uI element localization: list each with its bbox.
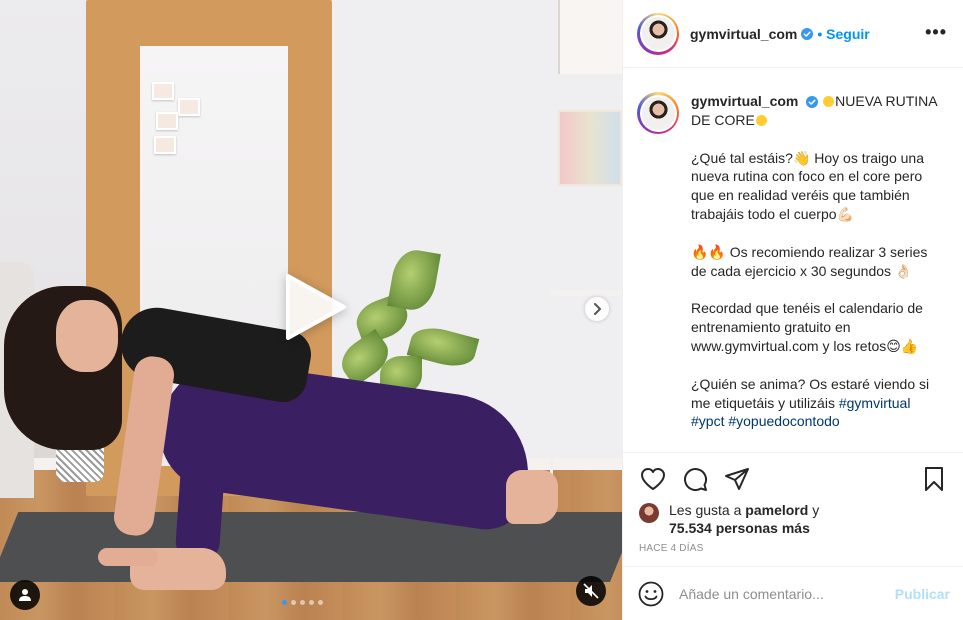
post-actions: Les gusta a pamelord y 75.534 personas m… (623, 452, 963, 564)
liker-username[interactable]: pamelord (745, 502, 808, 518)
caption-paragraph: Recordad que tenéis el calendario de ent… (691, 300, 923, 354)
comment-input[interactable] (679, 585, 887, 602)
tagged-users-button[interactable] (10, 580, 40, 610)
hashtag-link[interactable]: #yopuedocontodo (728, 413, 839, 429)
follow-button[interactable]: • Seguir (817, 26, 869, 42)
hanging-photo (156, 112, 178, 130)
comment-icon (684, 468, 708, 492)
header-username[interactable]: gymvirtual_com (690, 26, 797, 42)
post-details-panel: gymvirtual_com • Seguir ••• gymvirtual_c… (622, 0, 963, 620)
tagged-user-icon (19, 589, 31, 601)
like-button[interactable] (639, 465, 667, 493)
save-button[interactable] (920, 465, 948, 493)
emoji-icon (638, 581, 664, 606)
follow-label: Seguir (826, 25, 870, 42)
verified-badge-icon (801, 27, 814, 40)
carousel-dot (300, 600, 305, 605)
carousel-dot-active (282, 600, 287, 605)
person-foot (506, 470, 558, 524)
more-icon: ••• (925, 22, 947, 42)
wall-magazine (558, 110, 622, 186)
bookmark-icon (925, 467, 943, 491)
hashtag-link[interactable]: #ypct (691, 413, 724, 429)
play-icon (286, 274, 346, 340)
comment-button[interactable] (681, 465, 709, 493)
muted-icon (583, 583, 599, 599)
carousel-dot (318, 600, 323, 605)
emoji-icon (823, 96, 835, 107)
comment-box: Publicar (623, 566, 963, 620)
liker-avatar[interactable] (639, 503, 659, 523)
next-slide-button[interactable] (585, 297, 609, 321)
hanging-photo (152, 82, 174, 100)
carousel-indicator (282, 600, 323, 605)
post-header: gymvirtual_com • Seguir ••• (623, 0, 963, 68)
caption-paragraph: 🔥🔥 Os recomiendo realizar 3 series de ca… (691, 243, 928, 279)
likes-prefix: Les gusta a (669, 502, 742, 518)
play-button[interactable] (280, 272, 350, 342)
wall-shelf (558, 0, 622, 74)
caption-section: gymvirtual_com NUEVA RUTINA DE CORE ¿Qué… (623, 68, 963, 452)
hanging-photo (154, 136, 176, 154)
person-hand (98, 548, 158, 566)
caption-paragraph: ¿Qué tal estáis?👋 Hoy os traigo una nuev… (691, 149, 924, 222)
carousel-dot (309, 600, 314, 605)
share-icon (725, 468, 749, 490)
emoji-icon (755, 114, 767, 126)
post-media[interactable] (0, 0, 622, 620)
emoji-picker-button[interactable] (637, 580, 665, 608)
hashtag-link[interactable]: #gymvirtual (839, 395, 911, 411)
publish-button[interactable]: Publicar (895, 586, 950, 602)
next-arrow-icon (594, 303, 601, 315)
caption-username[interactable]: gymvirtual_com (691, 93, 798, 109)
heart-icon (641, 468, 665, 490)
person-head (56, 300, 118, 372)
share-button[interactable] (723, 465, 751, 493)
verified-badge-icon (806, 96, 819, 108)
more-options-button[interactable]: ••• (925, 22, 947, 43)
likes-summary: Les gusta a pamelord y 75.534 personas m… (639, 501, 948, 537)
likes-conjunction: y (812, 502, 820, 518)
caption-avatar[interactable] (637, 92, 679, 134)
profile-picture (641, 17, 675, 50)
avatar[interactable] (637, 12, 679, 55)
caption-text: gymvirtual_com NUEVA RUTINA DE CORE ¿Qué… (691, 92, 941, 431)
carousel-dot (291, 600, 296, 605)
mute-button[interactable] (576, 576, 606, 606)
side-table (550, 290, 622, 480)
profile-picture (641, 96, 675, 130)
hanging-photo (178, 98, 200, 116)
likes-count[interactable]: 75.534 personas más (669, 520, 810, 536)
post-timestamp[interactable]: HACE 4 DÍAS (639, 543, 948, 554)
